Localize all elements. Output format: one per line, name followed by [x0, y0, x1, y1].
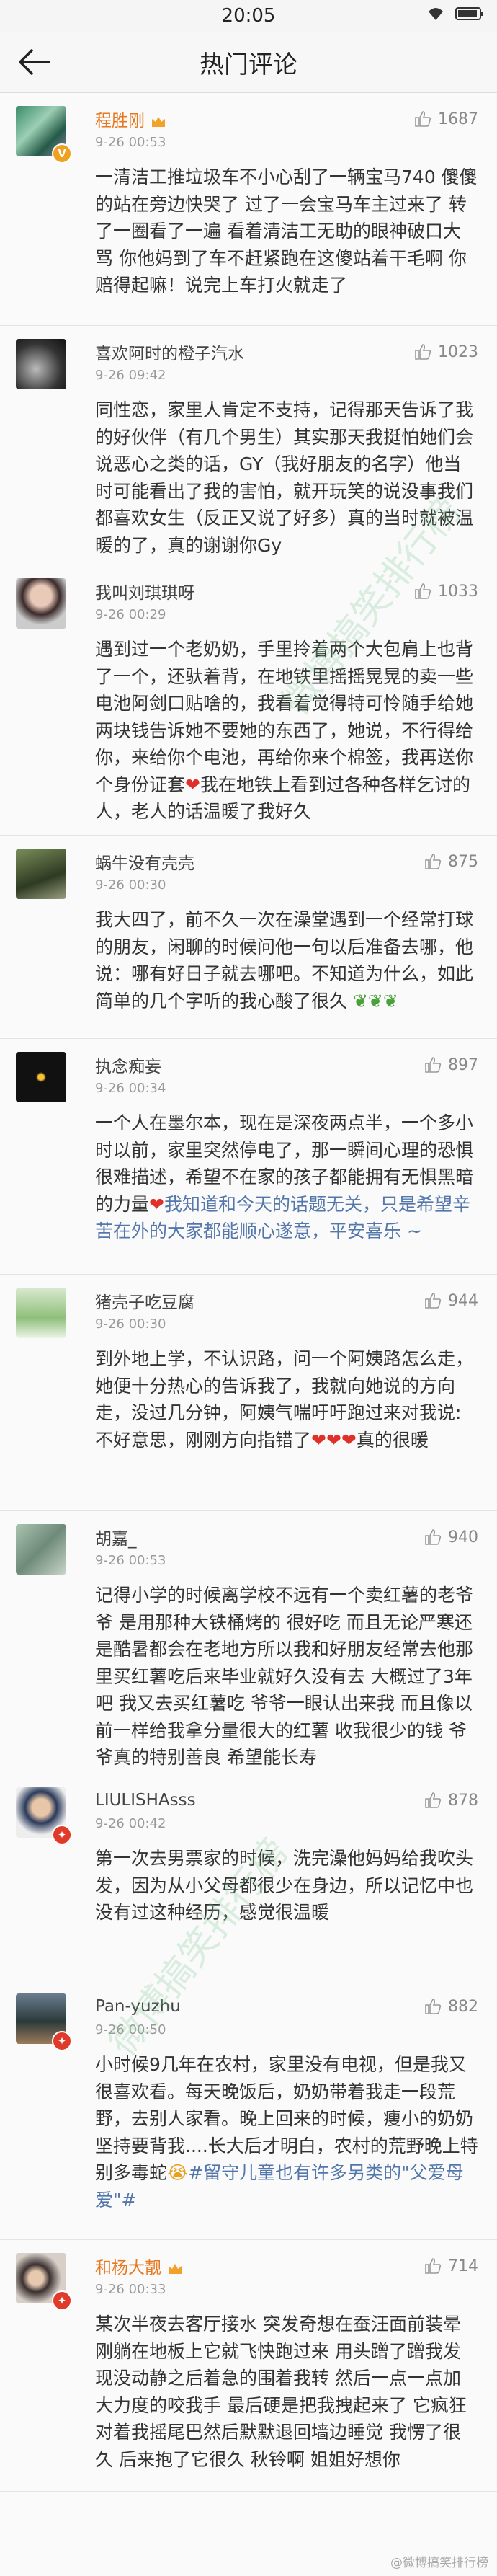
comment-time: 9-26 00:34 [95, 1081, 166, 1096]
thumb-up-icon [415, 344, 431, 360]
comment-text: 我大四了，前不久一次在澡堂遇到一个经常打球的朋友，闲聊的时候问他一句以后准备去哪… [95, 909, 474, 1012]
thumb-up-icon [415, 583, 431, 599]
thumb-up-icon [425, 1057, 442, 1073]
like-button[interactable]: 1033 [413, 583, 478, 601]
commenter-name[interactable]: 和杨大靓 [95, 2254, 183, 2278]
comment-item: ✦ Pan-yuzhu 882 9-26 00:50 小时候9几年在农村，家里没… [0, 1980, 497, 2240]
status-time: 20:05 [221, 5, 276, 27]
comment-item: 喜欢阿时的橙子汽水 1023 9-26 09:42 同性恋，家里人肯定不支持，记… [0, 326, 497, 565]
like-count: 714 [448, 2257, 478, 2275]
vip-badge-icon: ✦ [52, 2290, 72, 2311]
commenter-name[interactable]: 执念痴妄 [95, 1053, 161, 1077]
comment-item: 蜗牛没有壳壳 875 9-26 00:30 我大四了，前不久一次在澡堂遇到一个经… [0, 836, 497, 1039]
comment-text: 同性恋，家里人肯定不支持，记得那天告诉了我的好伙伴（有几个男生）其实那天我挺怕她… [95, 399, 474, 556]
avatar[interactable] [16, 1288, 66, 1338]
commenter-name[interactable]: 蜗牛没有壳壳 [95, 849, 194, 874]
like-count: 1687 [438, 110, 478, 128]
like-count: 878 [448, 1791, 478, 1810]
like-button[interactable]: 882 [424, 1998, 478, 2016]
comment-text: 遇到过一个老奶奶，手里拎着两个大包肩上也背了一个，还驮着背，在地铁里摇摇晃晃的卖… [95, 639, 474, 822]
like-button[interactable]: 1687 [413, 110, 478, 128]
avatar[interactable] [16, 849, 66, 899]
comment-time: 9-26 00:53 [95, 1553, 166, 1568]
commenter-name[interactable]: 程胜刚 [95, 107, 166, 131]
vip-badge-icon: ✦ [52, 2031, 72, 2051]
comment-time: 9-26 00:29 [95, 607, 166, 622]
comment-text: 记得小学的时候离学校不远有一个卖红薯的老爷爷 是用那种大铁桶烤的 很好吃 而且无… [95, 1585, 474, 1768]
comment-text: 一清洁工推垃圾车不小心刮了一辆宝马740 傻傻的站在旁边快哭了 过了一会宝马车主… [95, 167, 478, 296]
like-button[interactable]: 1023 [413, 343, 478, 361]
comment-text: 到外地上学，不认识路，问一个阿姨路怎么走，她便十分热心的告诉我了，我就向她说的方… [95, 1348, 474, 1451]
commenter-name[interactable]: 我叫刘琪琪呀 [95, 579, 194, 603]
verified-badge-icon: V [52, 143, 72, 164]
like-button[interactable]: 714 [424, 2257, 478, 2275]
comment-list: V 程胜刚 1687 9-26 00:53 一清洁工推垃圾车不小心刮了一辆宝马7… [0, 93, 497, 2492]
like-count: 882 [448, 1997, 478, 2016]
avatar[interactable] [16, 578, 66, 629]
like-count: 897 [448, 1055, 478, 1074]
comment-item: ✦ 和杨大靓 714 9-26 00:33 某次半夜去客厅接水 突发奇想在蚕汪面… [0, 2240, 497, 2492]
thumb-up-icon [425, 854, 442, 869]
page-title: 热门评论 [200, 50, 297, 79]
footer-watermark: @微博搞笑排行榜 [390, 2556, 488, 2570]
comment-item: 猪壳子吃豆腐 944 9-26 00:30 到外地上学，不认识路，问一个阿姨路怎… [0, 1275, 497, 1511]
like-count: 875 [448, 852, 478, 871]
status-icons [426, 6, 484, 22]
comment-time: 9-26 00:53 [95, 135, 166, 150]
avatar[interactable] [16, 1524, 66, 1575]
commenter-name[interactable]: 猪壳子吃豆腐 [95, 1288, 194, 1313]
wifi-icon [429, 8, 443, 20]
leaf-emoji-icon: ❦❦❦ [352, 990, 398, 1012]
thumb-up-icon [425, 1792, 442, 1808]
comment-time: 9-26 09:42 [95, 368, 166, 383]
avatar[interactable] [16, 339, 66, 389]
like-button[interactable]: 897 [424, 1056, 478, 1074]
comment-item: 胡嘉_ 940 9-26 00:53 记得小学的时候离学校不远有一个卖红薯的老爷… [0, 1511, 497, 1774]
like-button[interactable]: 944 [424, 1292, 478, 1310]
commenter-name[interactable]: LIULISHAsss [95, 1791, 196, 1810]
comment-time: 9-26 00:50 [95, 2022, 166, 2037]
commenter-name[interactable]: Pan-yuzhu [95, 1997, 181, 2016]
battery-icon [455, 7, 483, 20]
hearts-emoji-icon: ❤❤❤ [311, 1429, 357, 1451]
thumb-up-icon [425, 2258, 442, 2274]
like-button[interactable]: 878 [424, 1792, 478, 1810]
comment-item: 执念痴妄 897 9-26 00:34 一个人在墨尔本，现在是深夜两点半，一个多… [0, 1039, 497, 1275]
comment-time: 9-26 00:33 [95, 2282, 166, 2297]
comment-item: ✦ LIULISHAsss 878 9-26 00:42 第一次去男票家的时候，… [0, 1774, 497, 1980]
thumb-up-icon [425, 1999, 442, 2014]
comment-time: 9-26 00:30 [95, 1316, 166, 1332]
vip-badge-icon: ✦ [52, 1825, 72, 1845]
like-button[interactable]: 940 [424, 1528, 478, 1546]
nav-bar: 热门评论 [0, 32, 497, 93]
like-count: 1033 [438, 582, 478, 601]
heart-emoji-icon: ❤ [149, 1193, 164, 1215]
comment-text: 小时候9几年在农村，家里没有电视，但是我又很喜欢看。每天晚饭后，奶奶带着我走一段… [95, 2054, 478, 2210]
comment-time: 9-26 00:30 [95, 877, 166, 893]
like-count: 1023 [438, 342, 478, 361]
comment-text: 一个人在墨尔本，现在是深夜两点半，一个多小时以前，家里突然停电了，那一瞬间心理的… [95, 1112, 474, 1241]
commenter-name[interactable]: 喜欢阿时的橙子汽水 [95, 340, 244, 364]
thumb-up-icon [425, 1293, 442, 1309]
like-count: 940 [448, 1528, 478, 1546]
heart-emoji-icon: ❤ [185, 774, 200, 795]
comment-item: 我叫刘琪琪呀 1033 9-26 00:29 遇到过一个老奶奶，手里拎着两个大包… [0, 565, 497, 836]
like-button[interactable]: 875 [424, 853, 478, 871]
crying-emoji-icon: 😭 [167, 2162, 189, 2183]
commenter-name[interactable]: 胡嘉_ [95, 1525, 137, 1549]
avatar[interactable] [16, 1052, 66, 1102]
comment-item: V 程胜刚 1687 9-26 00:53 一清洁工推垃圾车不小心刮了一辆宝马7… [0, 93, 497, 326]
like-count: 944 [448, 1291, 478, 1310]
back-arrow-icon[interactable] [16, 48, 52, 76]
comment-time: 9-26 00:42 [95, 1816, 166, 1831]
comment-text: 第一次去男票家的时候，洗完澡他妈妈给我吹头发，因为从小父母都很少在身边，所以记忆… [95, 1848, 474, 1923]
thumb-up-icon [415, 111, 431, 127]
status-bar: 20:05 [0, 0, 497, 32]
thumb-up-icon [425, 1529, 442, 1545]
vip-crown-icon [152, 116, 165, 127]
comment-text: 某次半夜去客厅接水 突发奇想在蚕汪面前装晕 刚躺在地板上它就飞快跑过来 用头蹭了… [95, 2314, 467, 2470]
vip-crown-icon [169, 2263, 182, 2274]
